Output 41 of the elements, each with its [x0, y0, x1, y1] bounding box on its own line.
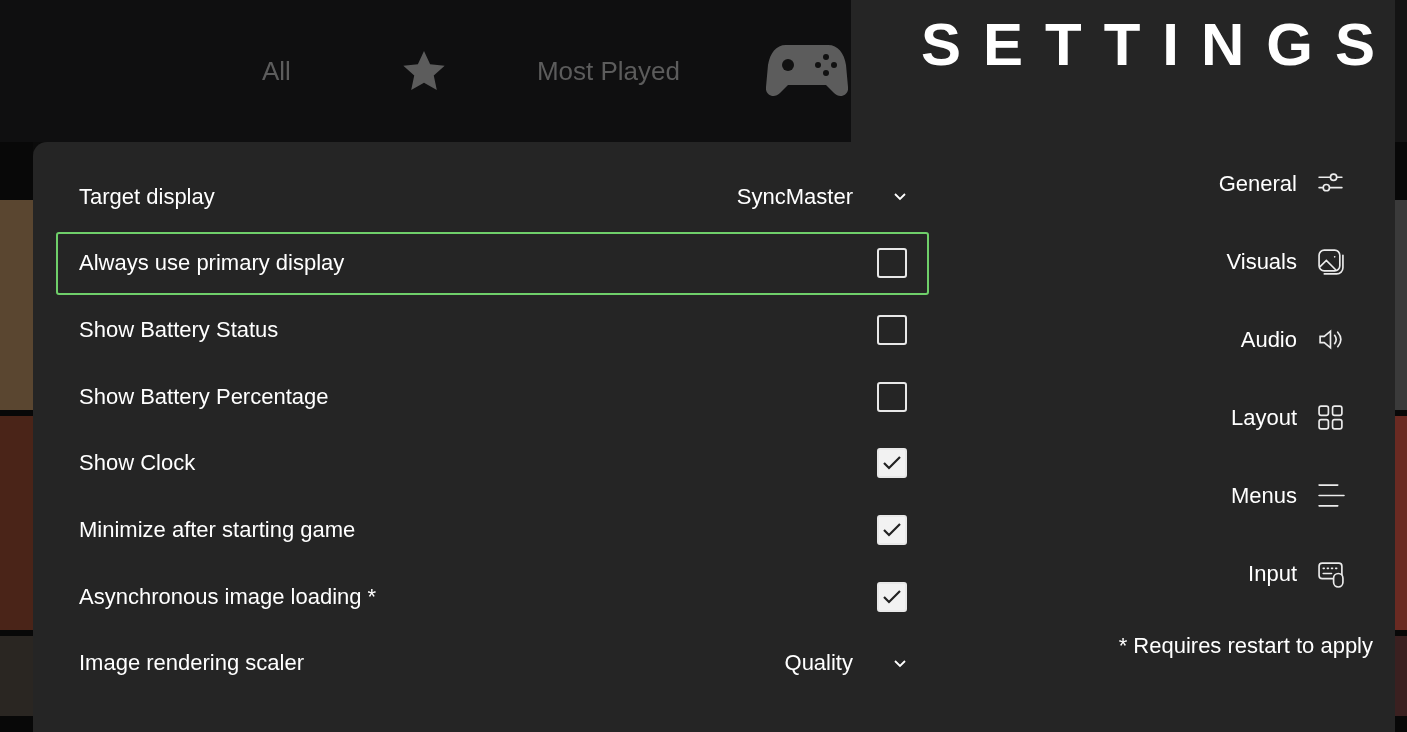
setting-label: Image rendering scaler [79, 650, 304, 677]
footnote: * Requires restart to apply [1118, 633, 1373, 659]
check-icon [882, 521, 902, 538]
check-icon [882, 455, 902, 472]
nav-item[interactable]: Layout [1230, 379, 1373, 457]
setting-row[interactable]: Show Battery Status [56, 298, 929, 362]
grid-icon [1317, 404, 1345, 432]
setting-label: Asynchronous image loading * [79, 583, 377, 610]
nav-item[interactable]: Audio [1240, 301, 1373, 379]
setting-row[interactable]: Show Battery Percentage [56, 365, 929, 429]
setting-row[interactable]: Minimize after starting game [56, 498, 929, 562]
nav-item[interactable]: Menus [1230, 457, 1373, 535]
setting-row[interactable]: Show Clock [56, 431, 929, 495]
checkbox[interactable] [877, 381, 907, 412]
setting-row[interactable]: Always use primary display [56, 231, 929, 295]
settings-title: SETTINGS [920, 10, 1397, 79]
keyboard-mouse-icon [1317, 560, 1345, 588]
checkbox[interactable] [877, 314, 907, 345]
lines-icon [1317, 482, 1345, 510]
setting-row[interactable]: Asynchronous image loading * [56, 565, 929, 629]
checkbox[interactable] [877, 448, 907, 479]
checkbox[interactable] [877, 514, 907, 545]
chevron-down-icon [893, 192, 907, 201]
setting-label: Show Battery Percentage [79, 383, 329, 410]
setting-row[interactable]: Target display SyncMaster [56, 165, 929, 228]
check-icon [882, 588, 902, 605]
setting-label: Target display [79, 183, 215, 210]
image-icon [1317, 248, 1345, 276]
setting-label: Show Clock [79, 450, 196, 477]
setting-row[interactable]: Image rendering scaler Quality [56, 631, 929, 695]
setting-label: Minimize after starting game [79, 516, 356, 543]
setting-label: Always use primary display [79, 250, 345, 277]
setting-label: Show Battery Status [79, 316, 279, 343]
nav-item[interactable]: Input [1248, 535, 1373, 613]
dropdown[interactable]: SyncMaster [736, 183, 907, 210]
nav-item[interactable]: Visuals [1226, 223, 1373, 301]
dropdown[interactable]: Quality [784, 650, 907, 677]
checkbox[interactable] [877, 248, 907, 279]
nav-item[interactable]: General [1218, 145, 1373, 223]
checkbox[interactable] [877, 581, 907, 612]
chevron-down-icon [893, 658, 907, 668]
